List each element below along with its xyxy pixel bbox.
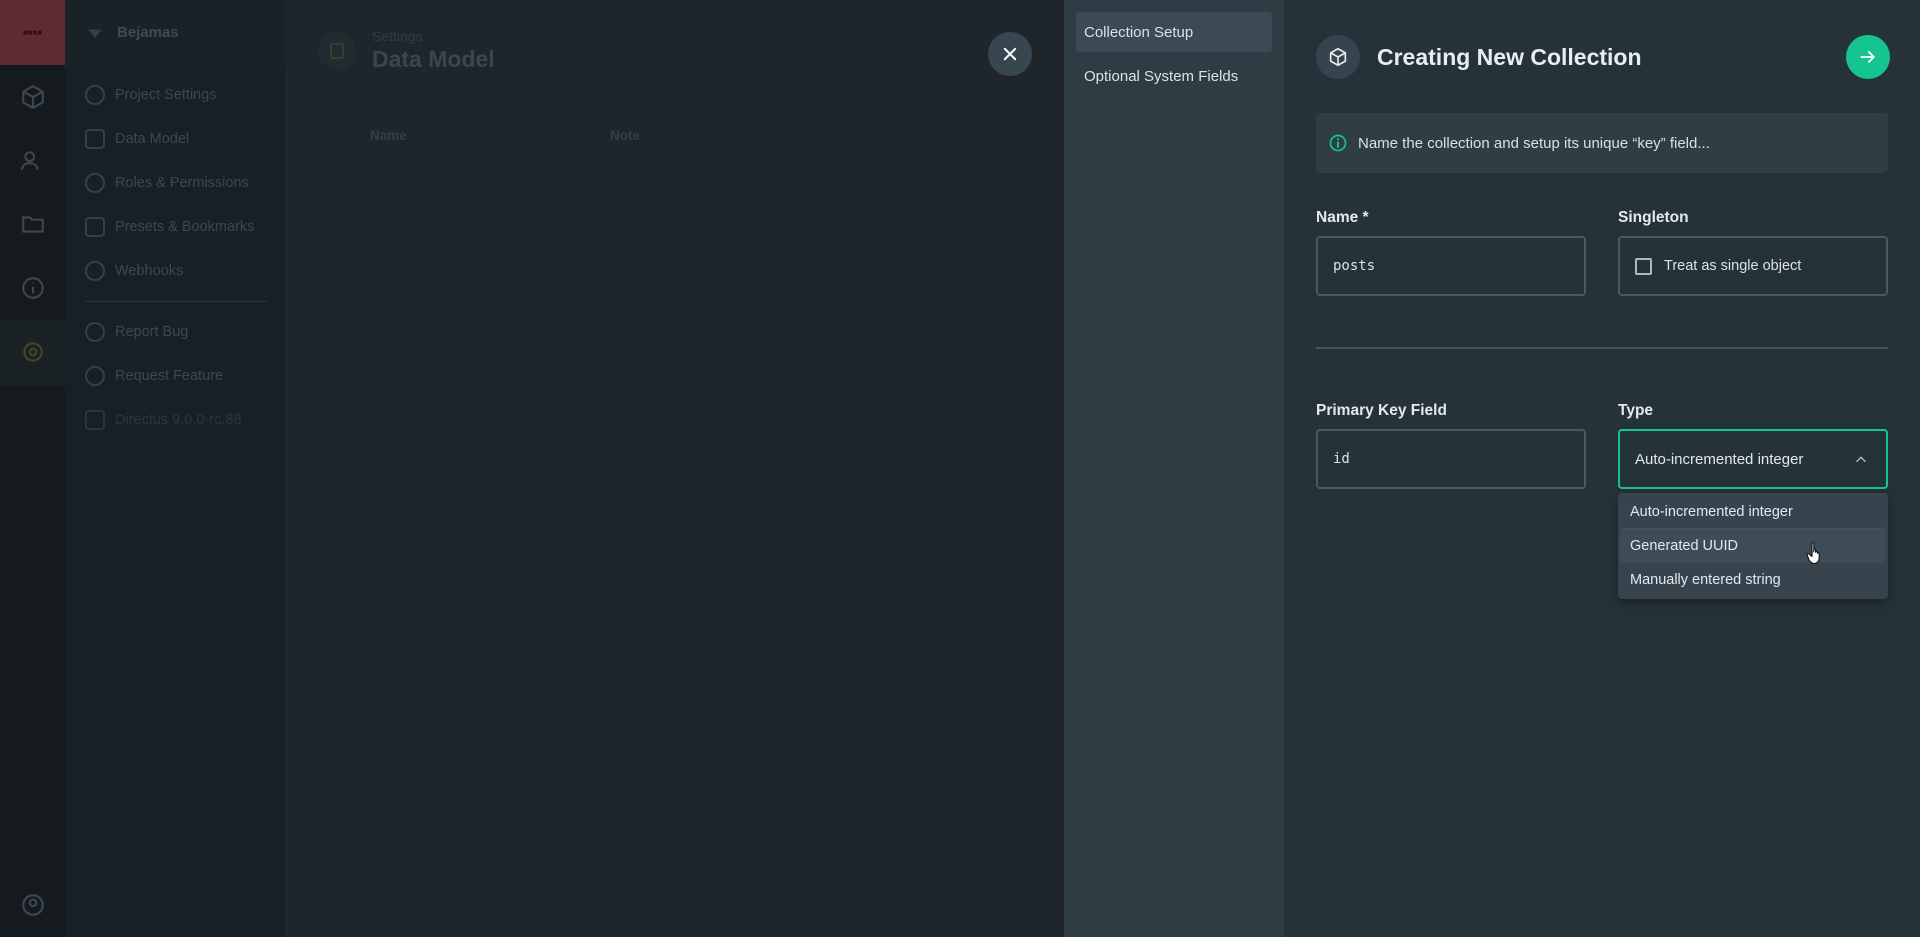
type-label: Type [1618, 402, 1654, 419]
chevron-up-icon [1856, 456, 1866, 463]
type-dropdown-menu: Auto-incremented integer Generated UUID … [1618, 493, 1888, 599]
arrow-right-icon [1860, 51, 1875, 63]
section-divider [1316, 347, 1888, 349]
tab-collection-setup[interactable]: Collection Setup [1076, 12, 1272, 52]
singleton-option-label: Treat as single object [1664, 258, 1802, 274]
singleton-checkbox[interactable]: Treat as single object [1618, 236, 1888, 296]
info-icon [1329, 134, 1347, 152]
collection-name-input[interactable]: posts [1316, 236, 1586, 296]
next-button[interactable] [1846, 35, 1890, 79]
type-select-value: Auto-incremented integer [1635, 450, 1804, 468]
close-drawer-button[interactable] [988, 32, 1032, 76]
tab-optional-system-fields[interactable]: Optional System Fields [1076, 56, 1272, 96]
drawer-content: Creating New Collection Name the collect… [1284, 0, 1920, 937]
drawer-nav: Collection Setup Optional System Fields [1064, 0, 1284, 937]
type-option-manual-string[interactable]: Manually entered string [1620, 563, 1886, 597]
overlay-dim[interactable] [0, 0, 1064, 937]
primary-key-input[interactable]: id [1316, 429, 1586, 489]
notice-text: Name the collection and setup its unique… [1358, 134, 1710, 152]
new-collection-drawer: Collection Setup Optional System Fields … [1064, 0, 1920, 937]
primary-key-label: Primary Key Field [1316, 402, 1447, 419]
type-select[interactable]: Auto-incremented integer [1618, 429, 1888, 489]
hand-cursor-icon [1806, 542, 1820, 565]
singleton-label: Singleton [1618, 209, 1689, 226]
checkbox-box[interactable] [1635, 257, 1652, 275]
name-label: Name * [1316, 209, 1369, 226]
info-notice: Name the collection and setup its unique… [1316, 113, 1888, 173]
type-option-uuid[interactable]: Generated UUID [1620, 529, 1886, 563]
drawer-title: Creating New Collection [1377, 43, 1642, 70]
box-icon [1316, 35, 1360, 79]
type-option-auto-increment[interactable]: Auto-incremented integer [1620, 495, 1886, 529]
close-icon [1003, 47, 1017, 61]
drawer-header: Creating New Collection [1316, 35, 1890, 79]
